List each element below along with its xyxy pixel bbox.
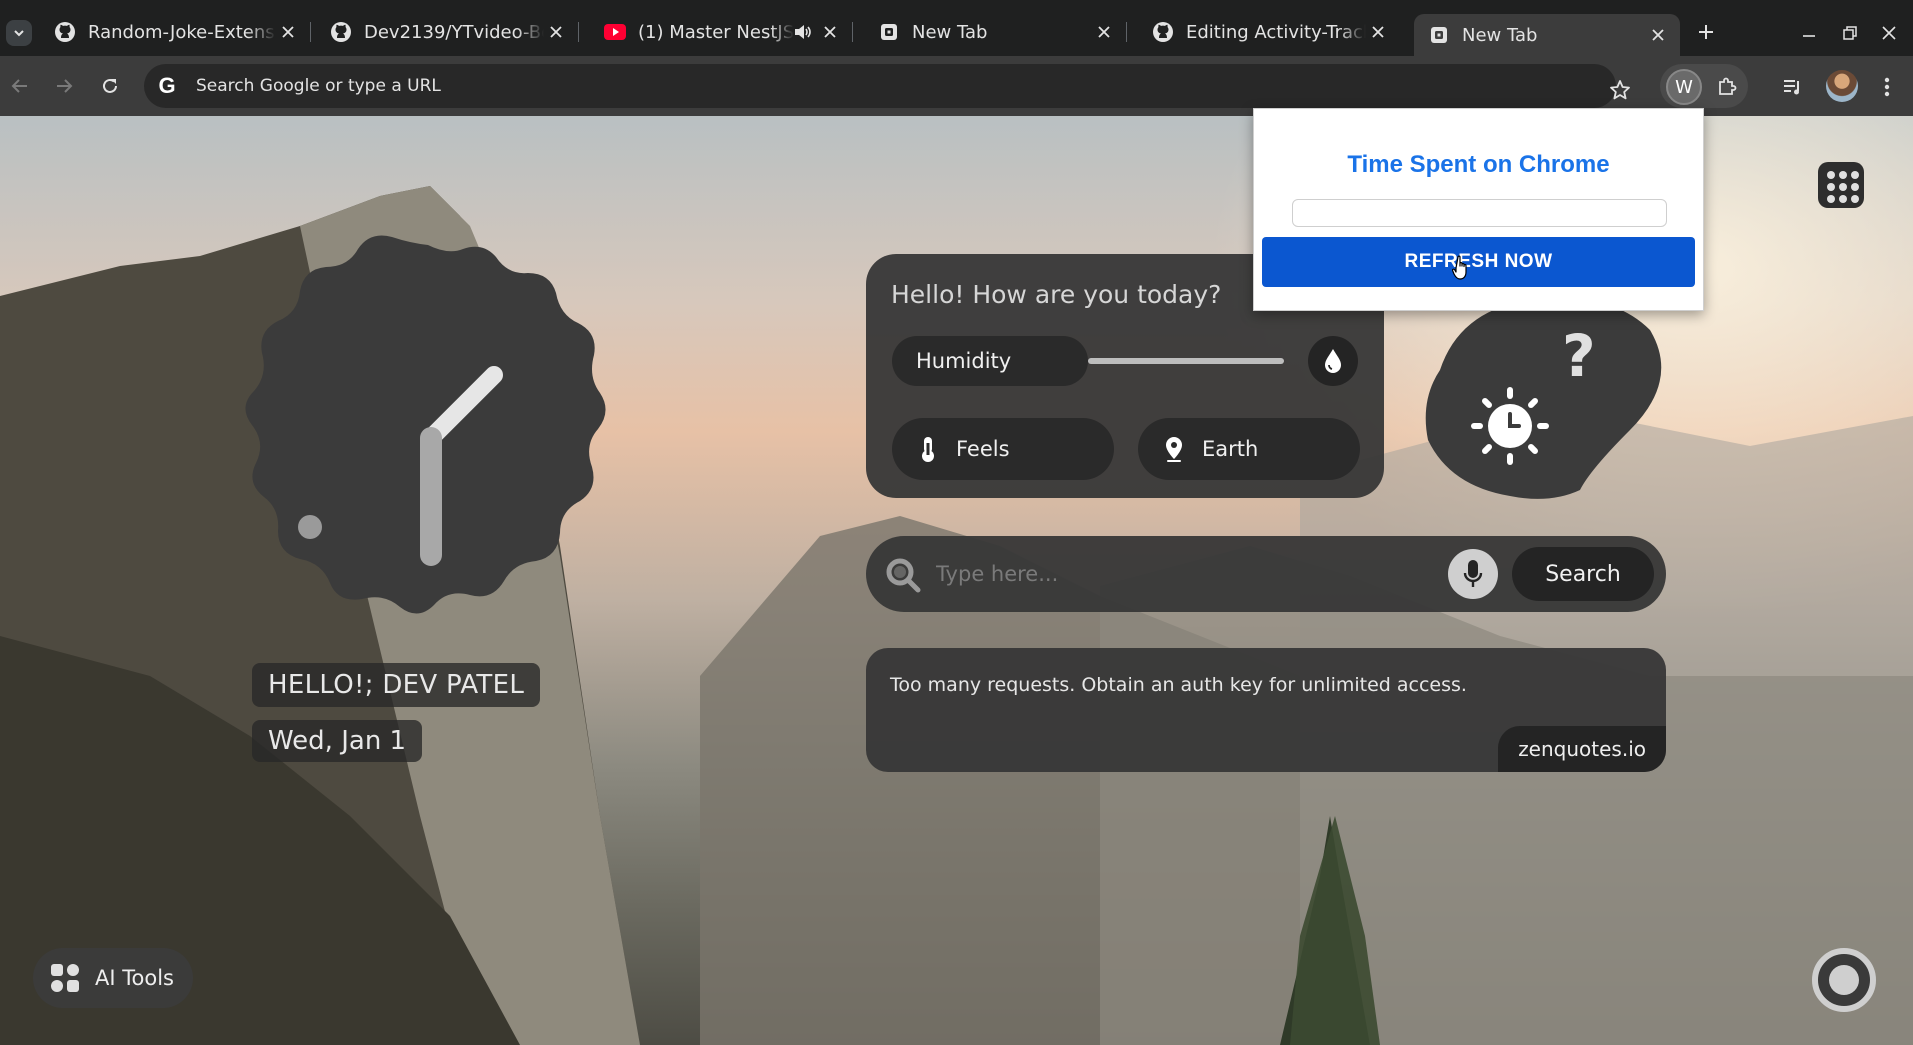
- tab-title: New Tab: [912, 21, 988, 43]
- current-date: Wed, Jan 1: [252, 720, 423, 762]
- tab-random-joke[interactable]: Random-Joke-Extension: [40, 14, 311, 50]
- media-controls-button[interactable]: [1778, 72, 1808, 102]
- time-tracker-popup: Time Spent on Chrome REFRESH NOW: [1253, 108, 1704, 311]
- close-icon[interactable]: [1092, 20, 1116, 44]
- arrow-left-icon: [11, 79, 27, 93]
- close-icon[interactable]: [1646, 23, 1670, 47]
- minimize-icon: [1803, 35, 1815, 37]
- close-icon[interactable]: [1366, 20, 1390, 44]
- github-icon: [330, 21, 352, 43]
- user-greeting: HELLO!; DEV PATEL: [252, 663, 541, 707]
- quote-text: Too many requests. Obtain an auth key fo…: [890, 674, 1467, 696]
- quote-card: Too many requests. Obtain an auth key fo…: [866, 648, 1666, 772]
- tab-search-button[interactable]: [6, 20, 32, 46]
- close-icon[interactable]: [544, 20, 568, 44]
- weather-greeting: Hello! How are you today?: [891, 280, 1222, 309]
- minimize-button[interactable]: [1794, 18, 1824, 48]
- restore-icon: [1843, 26, 1857, 40]
- search-bar: Search: [866, 536, 1666, 612]
- refresh-now-button[interactable]: REFRESH NOW: [1262, 237, 1695, 287]
- tab-editing-activity-tracker[interactable]: Editing Activity-Tracker: [1138, 14, 1400, 50]
- search-button[interactable]: Search: [1512, 547, 1654, 601]
- close-window-button[interactable]: [1874, 18, 1904, 48]
- new-tab-button[interactable]: [1692, 18, 1720, 46]
- tab-title: New Tab: [1462, 24, 1538, 46]
- question-mark-icon: ?: [1562, 322, 1596, 390]
- quote-source: zenquotes.io: [1498, 726, 1666, 772]
- weather-time-widget[interactable]: ?: [1420, 290, 1666, 502]
- address-input[interactable]: [196, 76, 1496, 96]
- location-label: Earth: [1202, 437, 1259, 461]
- browser-toolbar: G W: [0, 56, 1913, 116]
- chevron-down-icon: [14, 30, 24, 37]
- microphone-icon: [1463, 560, 1483, 587]
- close-icon[interactable]: [818, 20, 842, 44]
- record-icon: [1829, 965, 1859, 995]
- chrome-menu-button[interactable]: [1872, 72, 1902, 102]
- github-icon: [54, 21, 76, 43]
- tab-title: Editing Activity-Tracker: [1186, 21, 1366, 43]
- reload-button[interactable]: [96, 72, 124, 100]
- address-bar[interactable]: G: [144, 64, 1616, 108]
- feels-like-label: Feels: [956, 437, 1010, 461]
- youtube-icon: [604, 21, 626, 43]
- ai-tools-icon: [51, 964, 79, 992]
- time-tracker-extension-button[interactable]: W: [1666, 69, 1702, 105]
- speaker-icon[interactable]: [794, 21, 812, 43]
- time-display-box: [1292, 199, 1667, 227]
- reload-icon: [103, 78, 117, 93]
- ai-tools-label: AI Tools: [95, 966, 174, 990]
- tab-title: Dev2139/YTvideo-Bookmark: [364, 21, 544, 43]
- star-icon: [1610, 80, 1630, 100]
- tab-ytvideo-bookmark[interactable]: Dev2139/YTvideo-Bookmark: [316, 14, 579, 50]
- tab-title: Random-Joke-Extension: [88, 21, 276, 43]
- chrome-newtab-icon: [1428, 24, 1450, 46]
- voice-search-button[interactable]: [1448, 549, 1498, 599]
- thermometer-icon: [914, 435, 942, 463]
- media-queue-icon: [1784, 80, 1799, 95]
- google-g-icon: G: [158, 73, 176, 98]
- restore-button[interactable]: [1835, 18, 1865, 48]
- record-button[interactable]: [1812, 948, 1876, 1012]
- location-pin-icon: [1160, 435, 1188, 463]
- bookmark-star-button[interactable]: [1606, 76, 1634, 104]
- humidity-bar: [1088, 358, 1284, 364]
- profile-avatar[interactable]: [1826, 70, 1858, 102]
- tab-strip: Random-Joke-Extension Dev2139/YTvideo-Bo…: [0, 0, 1913, 56]
- humidity-label: Humidity: [892, 336, 1088, 386]
- feels-like-pill: Feels: [892, 418, 1114, 480]
- ai-tools-button[interactable]: AI Tools: [33, 948, 193, 1008]
- analog-clock: [245, 235, 606, 614]
- tab-new-tab-active[interactable]: New Tab: [1414, 14, 1680, 56]
- back-button[interactable]: [6, 72, 34, 100]
- extensions-menu-button[interactable]: [1712, 72, 1742, 102]
- tab-new-tab[interactable]: New Tab: [864, 14, 1127, 50]
- close-icon[interactable]: [276, 20, 300, 44]
- arrow-right-icon: [57, 79, 73, 93]
- plus-icon: [1699, 25, 1713, 39]
- close-icon: [1882, 26, 1896, 40]
- more-vert-icon: [1884, 77, 1890, 97]
- tab-title: (1) Master NestJS D: [638, 21, 794, 43]
- search-icon: [886, 558, 921, 593]
- tab-master-nestjs[interactable]: (1) Master NestJS D: [590, 14, 853, 50]
- search-input[interactable]: [936, 556, 1396, 592]
- github-icon: [1152, 21, 1174, 43]
- location-pill: Earth: [1138, 418, 1360, 480]
- water-drop-icon: [1308, 336, 1358, 386]
- chrome-newtab-icon: [878, 21, 900, 43]
- apps-grid-button[interactable]: [1818, 162, 1864, 208]
- forward-button[interactable]: [50, 72, 78, 100]
- hand-cursor-icon: [1452, 255, 1467, 280]
- puzzle-icon: [1719, 77, 1737, 95]
- popup-title: Time Spent on Chrome: [1347, 151, 1610, 178]
